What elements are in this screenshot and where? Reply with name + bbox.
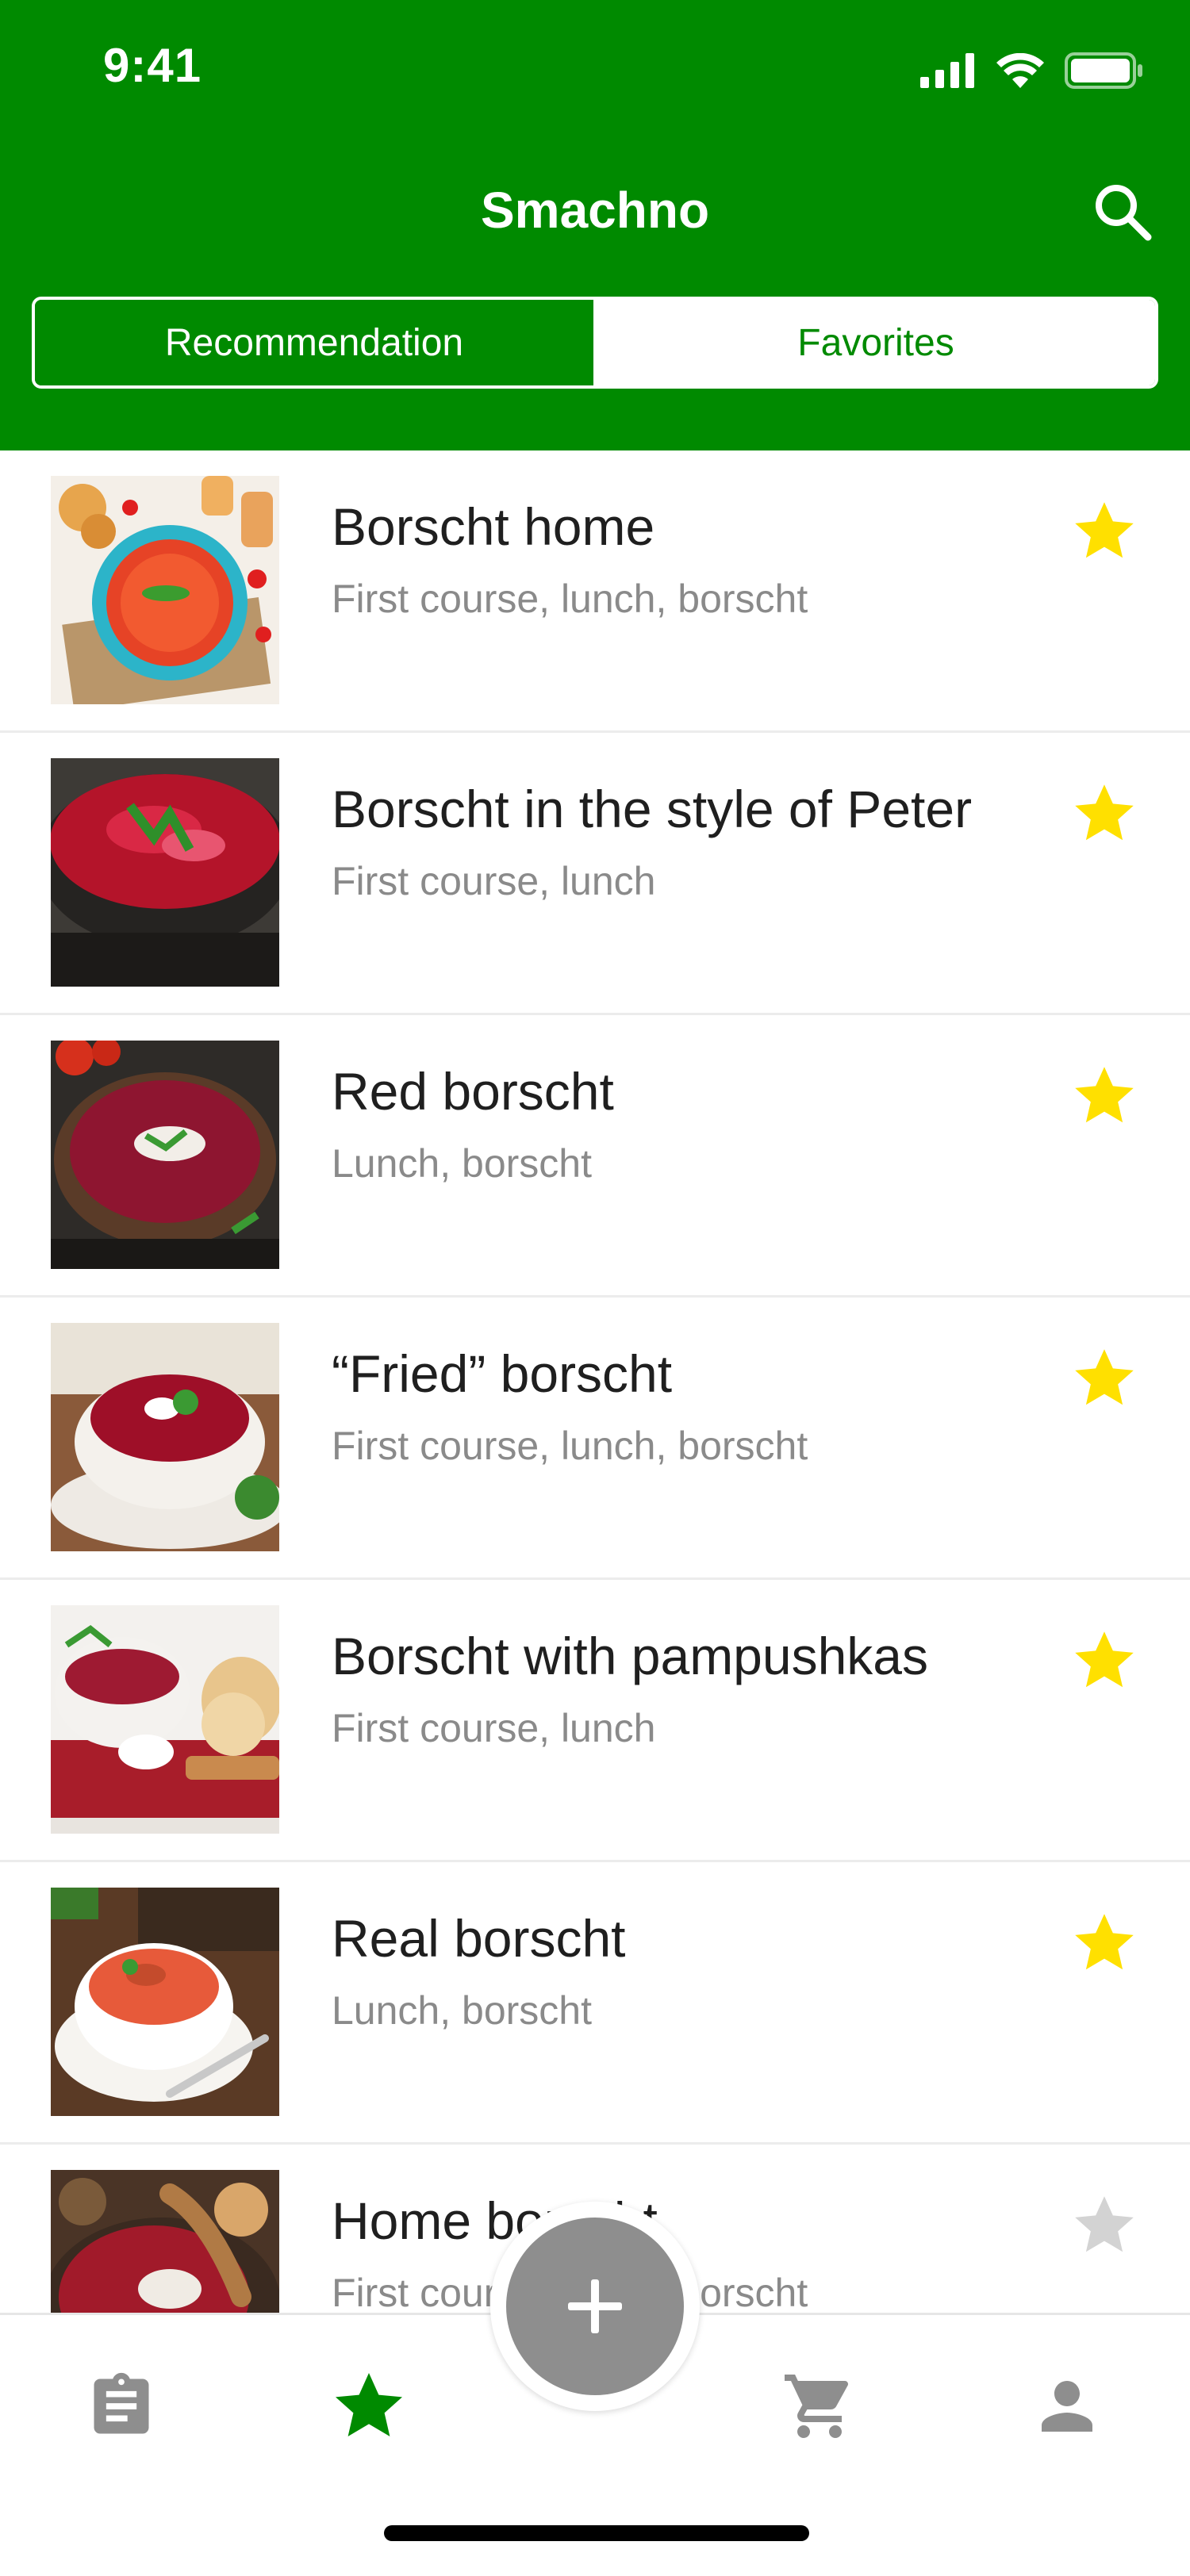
recipe-item[interactable]: Borscht in the style of Peter First cour… [0,733,1190,1015]
star-icon [336,2373,402,2436]
recipe-tags: First course, lunch, borscht [332,577,808,621]
recipe-title: “Fried” borscht [332,1344,673,1403]
clipboard-icon [94,2372,149,2434]
search-icon [1096,185,1152,241]
app-header: 9:41 Smachno Recommendation Favorites [0,0,1190,450]
app-title: Smachno [480,182,710,239]
status-time: 9:41 [103,39,202,92]
favorite-star-icon[interactable] [1071,1627,1138,1694]
battery-icon [1065,52,1142,89]
recipe-tags: First course, lunch, borscht [332,1424,808,1468]
wifi-icon [996,53,1044,88]
recipe-tags: First course, lunch [332,859,656,903]
status-icons [920,51,1144,90]
tab-recommendation[interactable]: Recommendation [35,300,597,385]
app-screen: 9:41 Smachno Recommendation Favorites Bo… [0,0,1190,2576]
add-icon [568,2279,622,2333]
recipe-title: Borscht with pampushkas [332,1627,929,1685]
recipe-title: Real borscht [332,1909,626,1968]
recipe-photo [51,1888,279,2116]
recipe-item[interactable]: Real borscht Lunch, borscht [0,1862,1190,2145]
recipe-tags: Lunch, borscht [332,1141,592,1186]
recipe-photo [51,476,279,704]
tab-favorites[interactable]: Favorites [597,300,1155,385]
recipe-title: Borscht in the style of Peter [332,780,973,838]
search-button[interactable] [1087,176,1158,247]
favorite-star-icon[interactable] [1071,1345,1138,1412]
recipe-item[interactable]: Borscht home First course, lunch, borsch… [0,450,1190,733]
recipe-photo [51,1323,279,1551]
tab-profile[interactable] [1023,2363,1111,2450]
add-button[interactable] [506,2218,684,2395]
recipe-tags: First course, lunch [332,1706,656,1750]
recipe-title: Borscht home [332,497,655,556]
home-indicator [384,2525,809,2541]
favorite-star-icon[interactable] [1071,498,1138,565]
cellular-signal-icon [920,53,974,88]
recipe-photo [51,1041,279,1269]
recipe-item[interactable]: Borscht with pampushkas First course, lu… [0,1580,1190,1862]
recipe-title: Red borscht [332,1062,614,1121]
favorite-star-icon[interactable] [1071,1910,1138,1976]
profile-icon [1042,2381,1092,2432]
segmented-control: Recommendation Favorites [32,297,1158,389]
tab-cart[interactable] [776,2363,863,2450]
recipe-item[interactable]: Red borscht Lunch, borscht [0,1015,1190,1298]
recipe-tags: Lunch, borscht [332,1988,592,2033]
recipe-photo [51,758,279,987]
favorite-star-icon[interactable] [1071,2192,1138,2259]
cart-icon [785,2375,849,2438]
tab-favorites-nav[interactable] [325,2363,413,2450]
favorite-star-icon[interactable] [1071,1063,1138,1129]
recipe-photo [51,1605,279,1834]
recipe-list: Borscht home First course, lunch, borsch… [0,450,1190,2427]
tab-recipes[interactable] [78,2363,165,2450]
favorite-star-icon[interactable] [1071,780,1138,847]
recipe-item[interactable]: “Fried” borscht First course, lunch, bor… [0,1298,1190,1580]
